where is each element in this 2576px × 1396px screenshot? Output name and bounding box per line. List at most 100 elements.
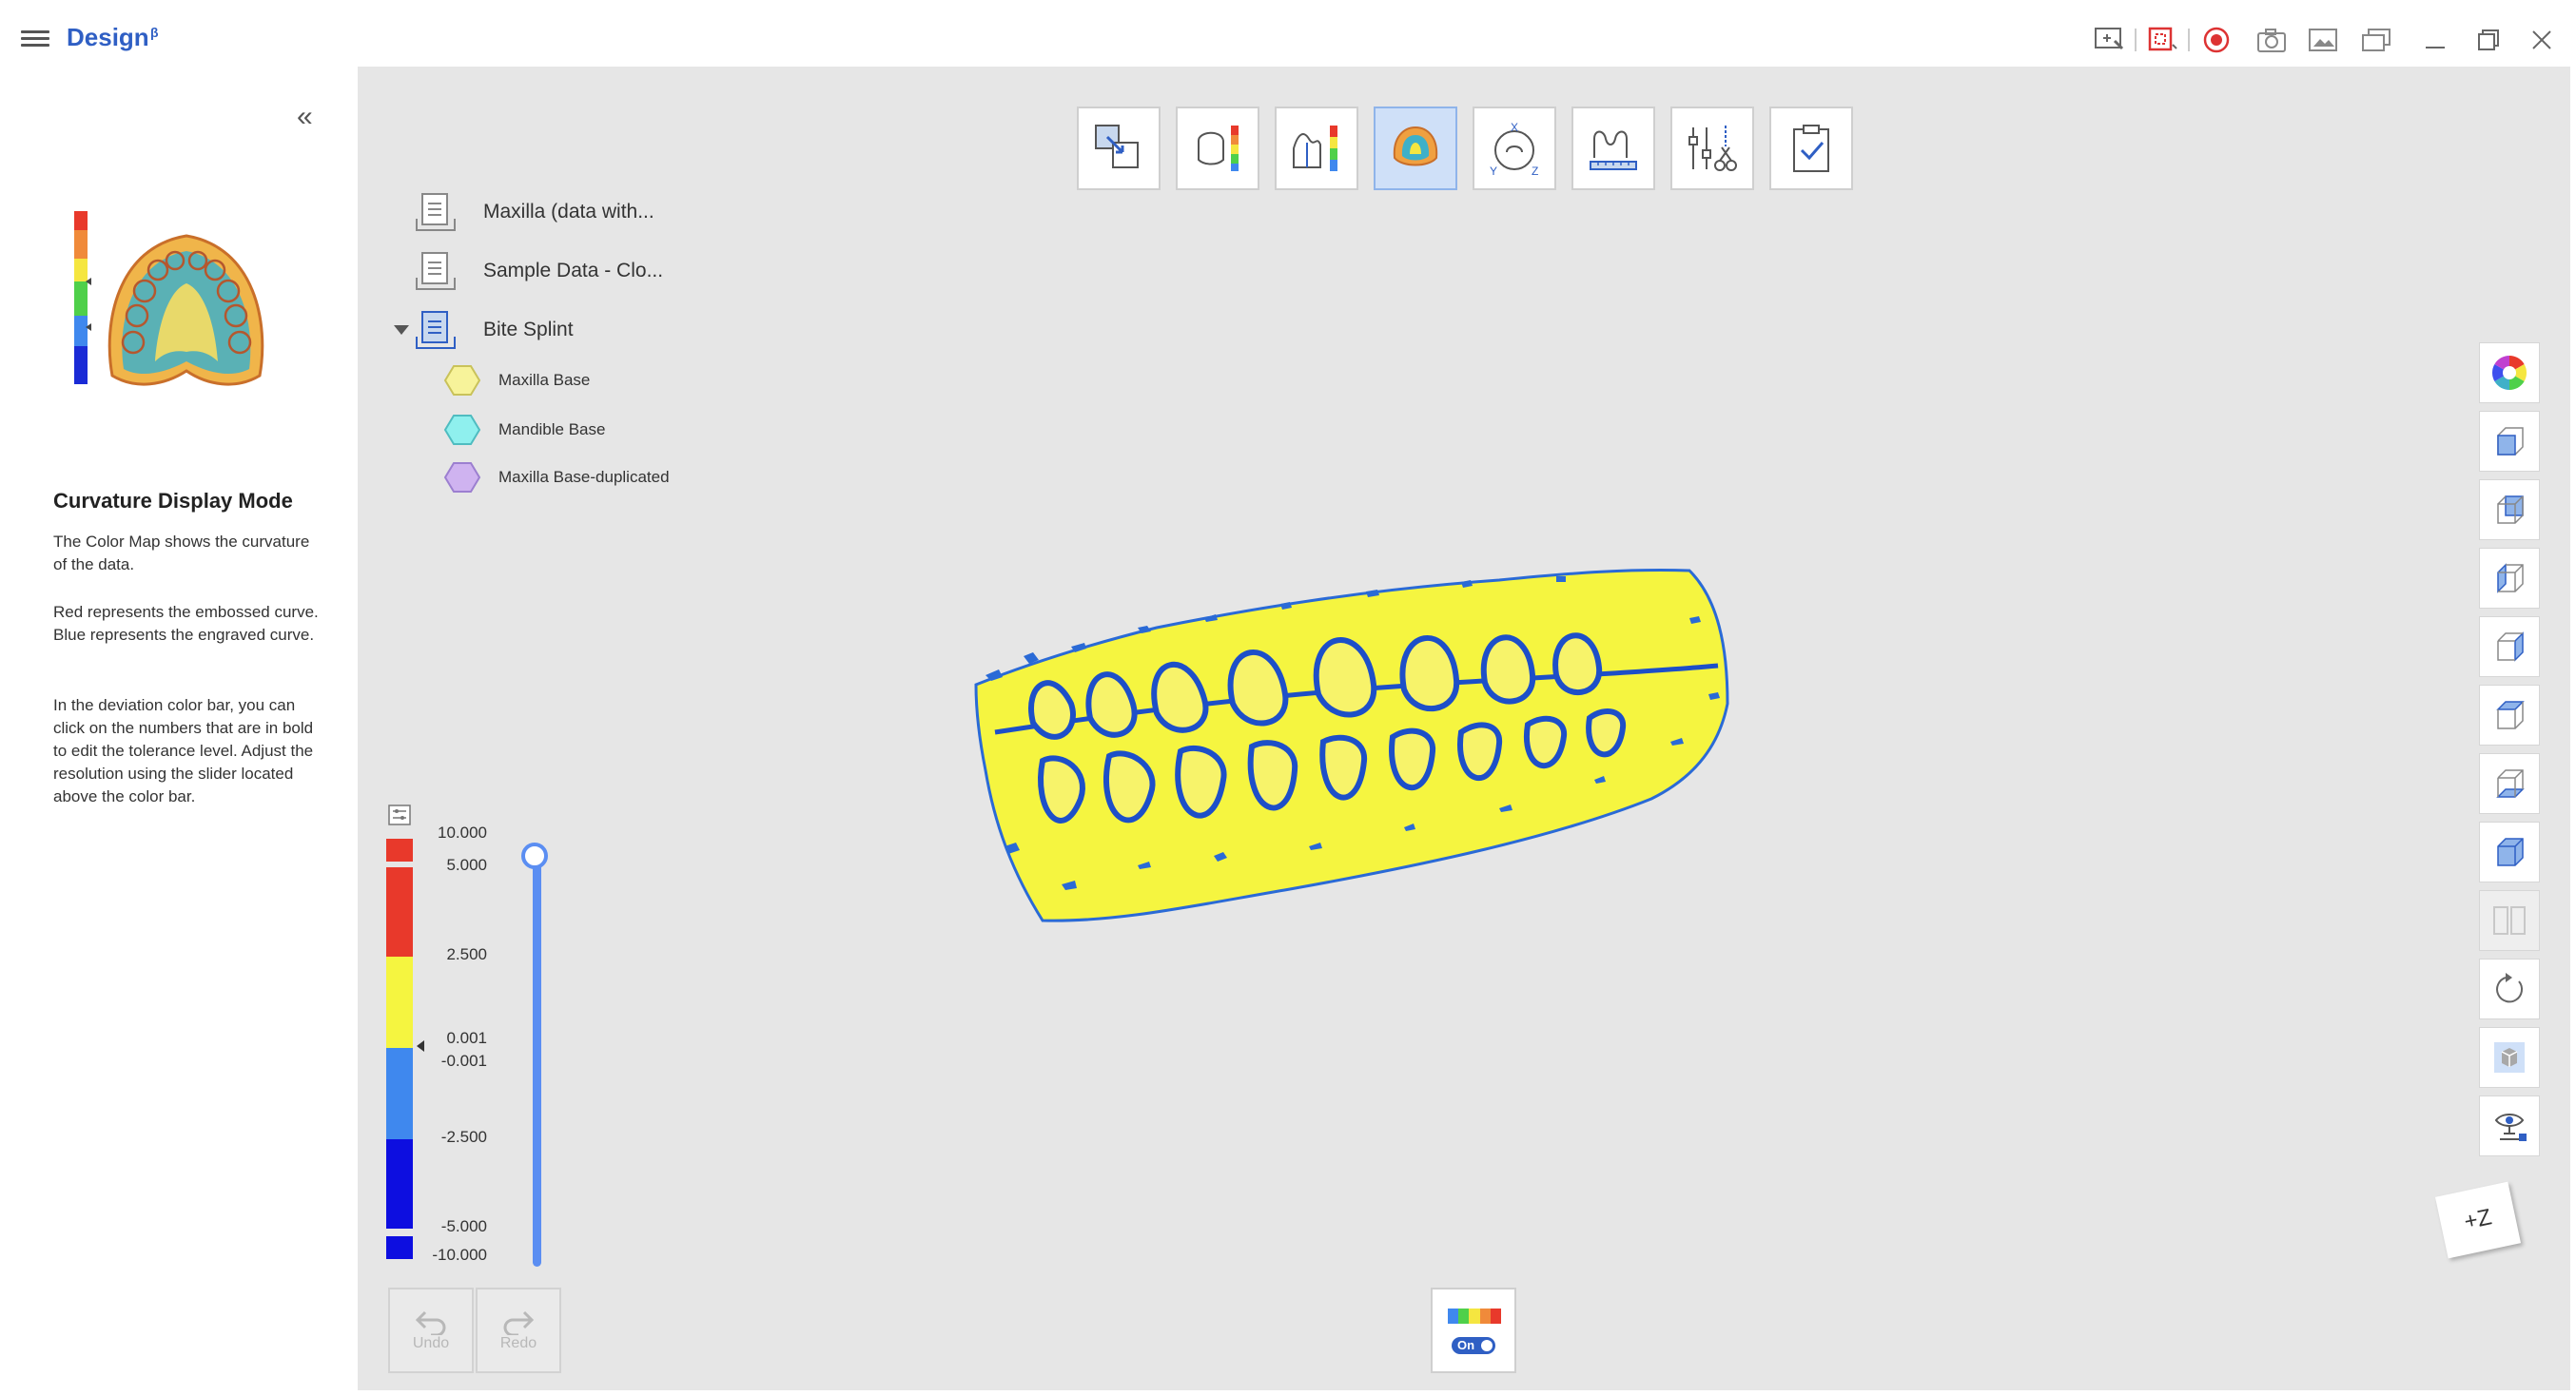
measure-profile-icon [1590, 130, 1637, 170]
colorbar-segment-blue-bottom[interactable] [386, 1236, 413, 1259]
view-front-button[interactable] [2479, 411, 2540, 472]
curvature-map-icon [1393, 126, 1438, 166]
align-icon [1095, 125, 1139, 168]
tree-child-maxilla-base-duplicated[interactable]: Maxilla Base-duplicated [443, 460, 670, 494]
undo-icon [415, 1310, 446, 1335]
dental-model-3d[interactable] [966, 561, 1747, 960]
color-wheel-icon [2491, 356, 2527, 390]
toolbar-separator [2188, 29, 2190, 51]
view-cube[interactable]: +Z [2434, 1181, 2522, 1259]
view-top-cube-icon [2496, 701, 2525, 729]
hamburger-menu-icon[interactable] [21, 27, 49, 51]
window-layout-icon[interactable] [2359, 23, 2393, 57]
tree-item-label: Bite Splint [483, 319, 574, 340]
trim-tool[interactable] [1670, 107, 1754, 190]
rotate-reset-icon [2496, 973, 2524, 1003]
minimize-icon[interactable] [2418, 23, 2452, 57]
colorbar-label[interactable]: 5.000 [411, 856, 487, 875]
tree-item-label: Sample Data - Clo... [483, 260, 664, 281]
app-title: Design [67, 23, 149, 51]
xyz-axis-icon: X Y Z [1490, 121, 1538, 177]
colorbar-segment-red[interactable] [386, 867, 413, 957]
resolution-slider-thumb[interactable] [521, 843, 548, 869]
tree-child-maxilla-base[interactable]: Maxilla Base [443, 363, 590, 397]
deviation-map-icon [1198, 126, 1239, 171]
colorbar-label[interactable]: -0.001 [411, 1052, 487, 1071]
redo-button[interactable]: Redo [476, 1288, 561, 1373]
curvature-guide-image [74, 211, 264, 386]
tree-item-sample-data[interactable]: Sample Data - Clo... [413, 249, 663, 293]
deviation-tool[interactable] [1176, 107, 1259, 190]
view-iso-button[interactable] [2479, 822, 2540, 882]
restore-icon[interactable] [2471, 23, 2506, 57]
alignment-tool[interactable] [1077, 107, 1161, 190]
complete-tool[interactable] [1769, 107, 1853, 190]
toggle-switch: On [1452, 1337, 1495, 1354]
view-left-cube-icon [2497, 563, 2524, 593]
screenshot-gallery-icon[interactable] [2306, 23, 2340, 57]
visibility-settings-icon [2494, 1114, 2527, 1141]
hexagon-icon [443, 415, 481, 445]
tree-item-maxilla[interactable]: Maxilla (data with... [413, 190, 654, 234]
colorbar-label[interactable]: 10.000 [411, 824, 487, 843]
guide-title: Curvature Display Mode [53, 489, 293, 513]
colorbar-label[interactable]: -2.500 [411, 1128, 487, 1147]
tree-child-label: Maxilla Base [498, 371, 591, 389]
capture-region-icon[interactable] [2146, 23, 2180, 57]
colormap-toggle-button[interactable]: On [1431, 1288, 1516, 1373]
view-bottom-cube-icon [2496, 769, 2525, 798]
view-bottom-button[interactable] [2479, 753, 2540, 814]
colorbar-label[interactable]: 0.001 [411, 1029, 487, 1048]
beta-badge: β [150, 25, 159, 40]
split-view-button[interactable] [2479, 890, 2540, 951]
guide-panel: « Curvature Display Mode The Color Map s… [4, 67, 358, 1390]
colorbar-label[interactable]: -5.000 [411, 1217, 487, 1236]
view-front-cube-icon [2497, 427, 2524, 456]
section-tool[interactable] [1275, 107, 1358, 190]
hexagon-icon [443, 365, 481, 396]
view-top-button[interactable] [2479, 685, 2540, 746]
data-file-icon [416, 311, 456, 349]
reset-rotation-button[interactable] [2479, 959, 2540, 1019]
close-icon[interactable] [2525, 23, 2559, 57]
resolution-slider-track[interactable] [533, 856, 541, 1267]
trim-scissors-icon [1688, 126, 1737, 171]
toggle-knob [1481, 1340, 1493, 1351]
colorbar-settings-icon[interactable] [386, 803, 413, 827]
tree-child-label: Mandible Base [498, 420, 606, 438]
color-settings-button[interactable] [2479, 342, 2540, 403]
tree-child-mandible-base[interactable]: Mandible Base [443, 413, 605, 447]
record-icon[interactable] [2199, 23, 2234, 57]
colorbar-segment-yellow[interactable] [386, 957, 413, 1048]
checklist-icon [1793, 125, 1829, 172]
transparency-button[interactable] [2479, 1027, 2540, 1088]
measure-tool[interactable] [1571, 107, 1655, 190]
cross-section-icon [1293, 126, 1337, 171]
curvature-tool[interactable] [1374, 107, 1457, 190]
expand-arrow-icon[interactable] [394, 325, 409, 335]
view-right-button[interactable] [2479, 616, 2540, 677]
camera-icon[interactable] [2254, 23, 2289, 57]
colorbar-segment-blue-dark[interactable] [386, 1139, 413, 1229]
axis-tool[interactable]: X Y Z [1473, 107, 1556, 190]
view-back-cube-icon [2497, 495, 2524, 524]
colorbar-label[interactable]: -10.000 [411, 1246, 487, 1265]
toolbar-separator [2135, 29, 2137, 51]
screen-guide-icon[interactable] [2093, 23, 2127, 57]
data-file-icon [416, 193, 456, 231]
transparency-cube-icon [2494, 1042, 2525, 1073]
view-back-button[interactable] [2479, 479, 2540, 540]
view-left-button[interactable] [2479, 548, 2540, 609]
colorbar-segment-red-top[interactable] [386, 839, 413, 862]
tree-item-bite-splint[interactable]: Bite Splint [413, 308, 574, 352]
viewport[interactable]: X Y Z Maxilla (data with... Sample Data - … [358, 67, 2570, 1390]
collapse-panel-icon[interactable]: « [297, 101, 313, 133]
guide-paragraph: Red represents the embossed curve. Blue … [53, 603, 319, 644]
undo-button[interactable]: Undo [388, 1288, 474, 1373]
colorbar-segment-blue-light[interactable] [386, 1048, 413, 1139]
view-right-cube-icon [2497, 631, 2524, 662]
redo-icon [503, 1310, 535, 1335]
visibility-settings-button[interactable] [2479, 1095, 2540, 1156]
view-iso-cube-icon [2497, 838, 2524, 866]
colorbar-label[interactable]: 2.500 [411, 945, 487, 964]
